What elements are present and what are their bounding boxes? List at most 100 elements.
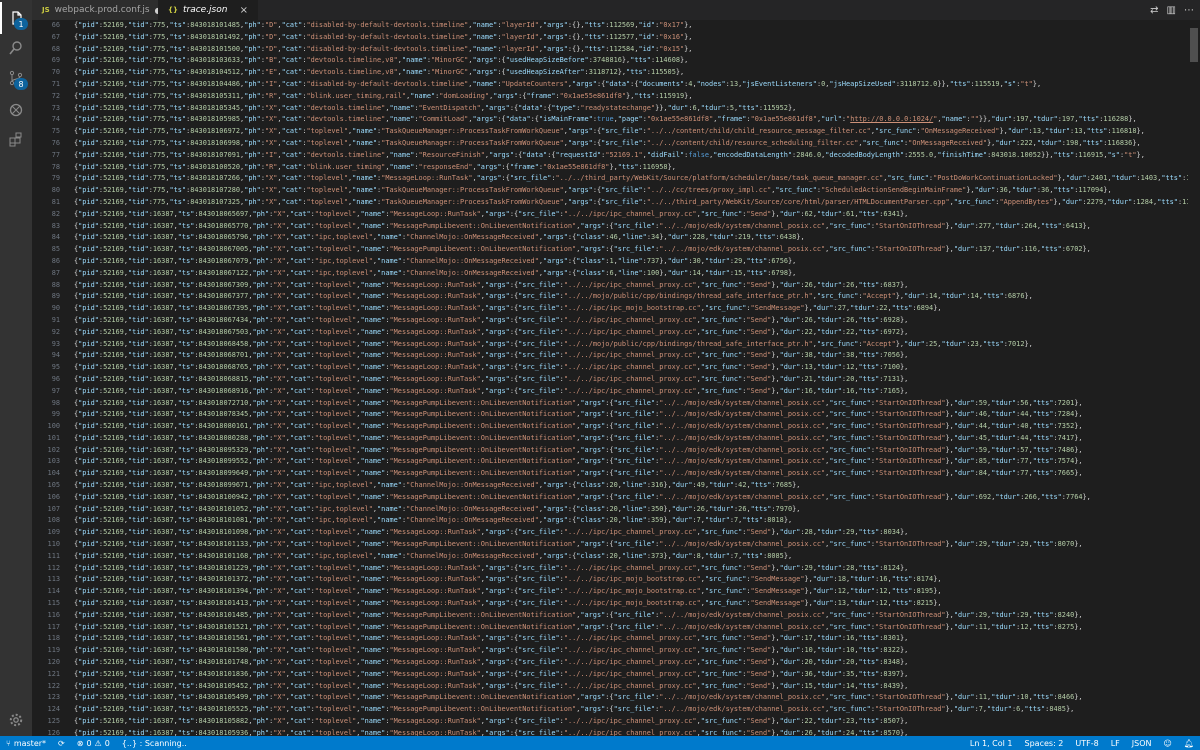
open-changes-icon[interactable]: ⇄ (1150, 5, 1158, 16)
debug-icon[interactable] (0, 94, 32, 126)
code-line[interactable]: 89 {"pid":52169,"tid":16387,"ts":84301806… (32, 291, 1200, 303)
line-number: 76 (51, 138, 60, 147)
code-line[interactable]: 75 {"pid":52169,"tid":775,"ts":8430181069… (32, 126, 1200, 138)
code-line[interactable]: 121 {"pid":52169,"tid":16387,"ts":8430181… (32, 669, 1200, 681)
line-number: 104 (47, 469, 60, 478)
code-line[interactable]: 108 {"pid":52169,"tid":16387,"ts":8430181… (32, 515, 1200, 527)
code-line[interactable]: 93 {"pid":52169,"tid":16387,"ts":84301806… (32, 339, 1200, 351)
code-line[interactable]: 96 {"pid":52169,"tid":16387,"ts":84301806… (32, 374, 1200, 386)
code-line[interactable]: 119 {"pid":52169,"tid":16387,"ts":8430181… (32, 645, 1200, 657)
code-line[interactable]: 85 {"pid":52169,"tid":16387,"ts":84301806… (32, 244, 1200, 256)
code-line[interactable]: 72 {"pid":52169,"tid":775,"ts":8430181053… (32, 91, 1200, 103)
code-line[interactable]: 110 {"pid":52169,"tid":16387,"ts":8430181… (32, 539, 1200, 551)
explorer-icon[interactable]: 1 (0, 2, 32, 34)
code-line[interactable]: 83 {"pid":52169,"tid":16387,"ts":84301806… (32, 221, 1200, 233)
code-line[interactable]: 70 {"pid":52169,"tid":775,"ts":8430181045… (32, 67, 1200, 79)
code-line[interactable]: 107 {"pid":52169,"tid":16387,"ts":8430181… (32, 504, 1200, 516)
code-line[interactable]: 84 {"pid":52169,"tid":16387,"ts":84301806… (32, 232, 1200, 244)
code-line[interactable]: 115 {"pid":52169,"tid":16387,"ts":8430181… (32, 598, 1200, 610)
code-line[interactable]: 95 {"pid":52169,"tid":16387,"ts":84301806… (32, 362, 1200, 374)
line-number: 94 (51, 351, 60, 360)
line-text: {"pid":52169,"tid":16387,"ts":8430181015… (74, 622, 1083, 631)
code-line[interactable]: 74 {"pid":52169,"tid":775,"ts":8430181059… (32, 114, 1200, 126)
split-editor-icon[interactable]: ▥ (1167, 5, 1176, 16)
code-line[interactable]: 101 {"pid":52169,"tid":16387,"ts":8430180… (32, 433, 1200, 445)
code-line[interactable]: 117 {"pid":52169,"tid":16387,"ts":8430181… (32, 622, 1200, 634)
vertical-scrollbar[interactable] (1188, 20, 1200, 736)
code-line[interactable]: 120 {"pid":52169,"tid":16387,"ts":8430181… (32, 657, 1200, 669)
code-line[interactable]: 82 {"pid":52169,"tid":16387,"ts":84301806… (32, 209, 1200, 221)
code-line[interactable]: 80 {"pid":52169,"tid":775,"ts":8430181072… (32, 185, 1200, 197)
code-line[interactable]: 99 {"pid":52169,"tid":16387,"ts":84301807… (32, 409, 1200, 421)
line-text: {"pid":52169,"tid":775,"ts":843018100520… (74, 162, 676, 171)
code-line[interactable]: 98 {"pid":52169,"tid":16387,"ts":84301807… (32, 398, 1200, 410)
code-line[interactable]: 113 {"pid":52169,"tid":16387,"ts":8430181… (32, 574, 1200, 586)
code-line[interactable]: 97 {"pid":52169,"tid":16387,"ts":84301806… (32, 386, 1200, 398)
line-number: 119 (47, 646, 60, 655)
code-line[interactable]: 111 {"pid":52169,"tid":16387,"ts":8430181… (32, 551, 1200, 563)
more-actions-icon[interactable]: ⋯ (1184, 5, 1194, 16)
code-line[interactable]: 79 {"pid":52169,"tid":775,"ts":8430181072… (32, 173, 1200, 185)
tab-trace-json[interactable]: {} trace.json × (158, 0, 258, 20)
json-file-icon: {} (168, 6, 178, 14)
cursor-position[interactable]: Ln 1, Col 1 (964, 736, 1019, 750)
task-status[interactable]: {..} : Scanning.. (116, 736, 193, 750)
source-control-icon[interactable]: 8 (0, 62, 32, 94)
code-line[interactable]: 78 {"pid":52169,"tid":775,"ts":8430181005… (32, 162, 1200, 174)
code-line[interactable]: 103 {"pid":52169,"tid":16387,"ts":8430180… (32, 456, 1200, 468)
line-text: {"pid":52169,"tid":16387,"ts":8430180689… (74, 386, 909, 395)
code-line[interactable]: 112 {"pid":52169,"tid":16387,"ts":8430181… (32, 563, 1200, 575)
branch-indicator[interactable]: ⑂ master* (0, 736, 52, 750)
notifications-icon[interactable]: 🔔︎ (1178, 736, 1200, 750)
code-line[interactable]: 71 {"pid":52169,"tid":775,"ts":8430181044… (32, 79, 1200, 91)
code-line[interactable]: 87 {"pid":52169,"tid":16387,"ts":84301806… (32, 268, 1200, 280)
indentation[interactable]: Spaces: 2 (1019, 736, 1070, 750)
scrollbar-thumb[interactable] (1190, 28, 1198, 62)
code-line[interactable]: 106 {"pid":52169,"tid":16387,"ts":8430181… (32, 492, 1200, 504)
code-line[interactable]: 118 {"pid":52169,"tid":16387,"ts":8430181… (32, 633, 1200, 645)
tab-webpack-prod-conf[interactable]: JS webpack.prod.conf.js ● (32, 0, 162, 20)
encoding[interactable]: UTF-8 (1069, 736, 1104, 750)
code-line[interactable]: 126 {"pid":52169,"tid":16387,"ts":8430181… (32, 728, 1200, 736)
code-line[interactable]: 100 {"pid":52169,"tid":16387,"ts":8430180… (32, 421, 1200, 433)
code-line[interactable]: 77 {"pid":52169,"tid":775,"ts":8430181070… (32, 150, 1200, 162)
code-line[interactable]: 69 {"pid":52169,"tid":775,"ts":8430181036… (32, 55, 1200, 67)
close-icon[interactable]: × (240, 5, 248, 16)
line-text: {"pid":52169,"tid":16387,"ts":8430180670… (74, 256, 797, 265)
feedback-icon[interactable]: ☺ (1158, 736, 1178, 750)
code-line[interactable]: 102 {"pid":52169,"tid":16387,"ts":8430180… (32, 445, 1200, 457)
code-line[interactable]: 66 {"pid":52169,"tid":775,"ts":8430181014… (32, 20, 1200, 32)
language-mode[interactable]: JSON (1126, 736, 1158, 750)
sync-button[interactable]: ⟳ (52, 736, 71, 750)
code-line[interactable]: 90 {"pid":52169,"tid":16387,"ts":84301806… (32, 303, 1200, 315)
code-line[interactable]: 104 {"pid":52169,"tid":16387,"ts":8430180… (32, 468, 1200, 480)
code-line[interactable]: 109 {"pid":52169,"tid":16387,"ts":8430181… (32, 527, 1200, 539)
code-line[interactable]: 76 {"pid":52169,"tid":775,"ts":8430181069… (32, 138, 1200, 150)
code-line[interactable]: 123 {"pid":52169,"tid":16387,"ts":8430181… (32, 692, 1200, 704)
code-line[interactable]: 105 {"pid":52169,"tid":16387,"ts":8430180… (32, 480, 1200, 492)
settings-gear-icon[interactable] (0, 704, 32, 736)
line-text: {"pid":52169,"tid":16387,"ts":8430181014… (74, 599, 942, 608)
code-line[interactable]: 91 {"pid":52169,"tid":16387,"ts":84301806… (32, 315, 1200, 327)
search-icon[interactable] (0, 32, 32, 64)
code-line[interactable]: 116 {"pid":52169,"tid":16387,"ts":8430181… (32, 610, 1200, 622)
code-line[interactable]: 73 {"pid":52169,"tid":775,"ts":8430181053… (32, 103, 1200, 115)
code-line[interactable]: 67 {"pid":52169,"tid":775,"ts":8430181014… (32, 32, 1200, 44)
code-line[interactable]: 94 {"pid":52169,"tid":16387,"ts":84301806… (32, 350, 1200, 362)
code-line[interactable]: 92 {"pid":52169,"tid":16387,"ts":84301806… (32, 327, 1200, 339)
code-line[interactable]: 125 {"pid":52169,"tid":16387,"ts":8430181… (32, 716, 1200, 728)
code-line[interactable]: 86 {"pid":52169,"tid":16387,"ts":84301806… (32, 256, 1200, 268)
end-of-line[interactable]: LF (1105, 736, 1126, 750)
code-line[interactable]: 122 {"pid":52169,"tid":16387,"ts":8430181… (32, 681, 1200, 693)
code-line[interactable]: 81 {"pid":52169,"tid":775,"ts":8430181073… (32, 197, 1200, 209)
problems-indicator[interactable]: ⊗ 0 ⚠ 0 (71, 736, 116, 750)
code-line[interactable]: 68 {"pid":52169,"tid":775,"ts":8430181015… (32, 44, 1200, 56)
code-editor[interactable]: 66 {"pid":52169,"tid":775,"ts":8430181014… (32, 20, 1200, 736)
line-text: {"pid":52169,"tid":775,"ts":843018105985… (74, 115, 1137, 124)
error-count: 0 (86, 738, 92, 748)
code-line[interactable]: 88 {"pid":52169,"tid":16387,"ts":84301806… (32, 280, 1200, 292)
extensions-icon[interactable] (0, 124, 32, 156)
code-line[interactable]: 114 {"pid":52169,"tid":16387,"ts":8430181… (32, 586, 1200, 598)
line-text: {"pid":52169,"tid":16387,"ts":8430180673… (74, 304, 942, 313)
code-line[interactable]: 124 {"pid":52169,"tid":16387,"ts":8430181… (32, 704, 1200, 716)
